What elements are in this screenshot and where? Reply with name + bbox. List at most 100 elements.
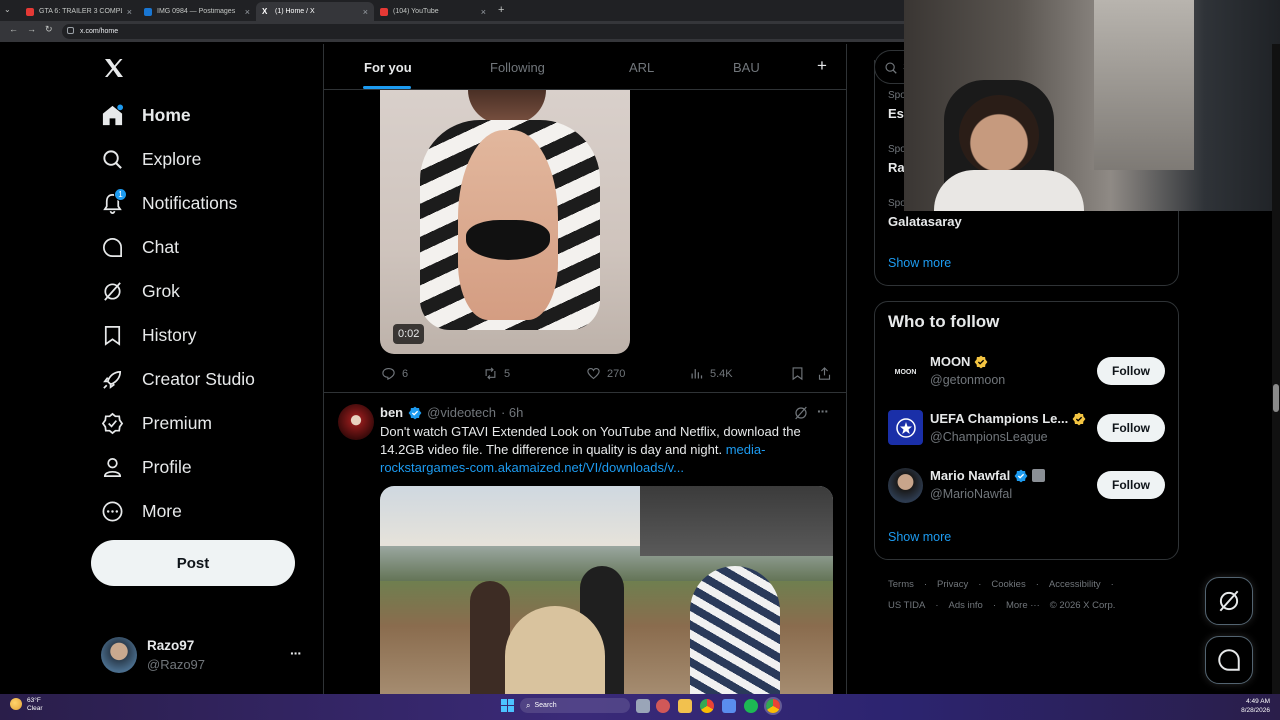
feed-left-border (323, 44, 324, 694)
moon-avatar[interactable]: MOON (888, 355, 923, 390)
chat-icon (103, 237, 122, 257)
post-video[interactable]: 0:02 (380, 90, 630, 354)
footer-link-accessibility[interactable]: Accessibility (1049, 579, 1101, 590)
follow-suggestion-name[interactable]: UEFA Champions Le... (930, 411, 1086, 426)
post-more-icon[interactable]: ··· (817, 403, 829, 419)
post-author-name[interactable]: ben (380, 405, 403, 420)
sidebar-item-grok[interactable]: Grok (101, 277, 180, 305)
sidebar-item-creator-studio[interactable]: Creator Studio (101, 365, 255, 393)
taskbar-search-box[interactable]: ⌕ Search (520, 698, 630, 713)
new-tab-button[interactable]: + (498, 4, 504, 16)
taskbar-clock[interactable]: 4:49 AM 8/28/2026 (1232, 697, 1270, 715)
sidebar-item-premium[interactable]: Premium (101, 409, 212, 437)
home-icon (102, 103, 124, 125)
app-icon[interactable] (656, 699, 670, 713)
file-explorer-icon[interactable] (678, 699, 692, 713)
browser-tab-postimages[interactable]: IMG 0984 — Postimages × (138, 2, 256, 21)
trend-name[interactable]: Galatasaray (888, 214, 962, 229)
footer-link-us-tida[interactable]: US TIDA (888, 600, 925, 611)
follow-button[interactable]: Follow (1097, 357, 1165, 385)
rocket-icon (103, 370, 122, 389)
post-image[interactable] (380, 486, 833, 694)
weather-moon-icon[interactable] (10, 698, 22, 710)
youtube-favicon-icon (26, 7, 34, 16)
sidebar-item-more[interactable]: More (101, 497, 182, 525)
follow-button[interactable]: Follow (1097, 414, 1165, 442)
post-author-avatar[interactable] (338, 404, 374, 440)
video-frame-hair (468, 90, 546, 124)
chrome-active-icon[interactable] (766, 699, 780, 713)
x-logo-icon[interactable] (102, 56, 126, 80)
close-tab-icon[interactable]: × (245, 7, 250, 17)
close-tab-icon[interactable]: × (363, 7, 368, 17)
mario-avatar[interactable] (888, 468, 923, 503)
footer-copyright: © 2026 X Corp. (1049, 600, 1116, 611)
post-button[interactable]: Post (91, 540, 295, 586)
footer-link-privacy[interactable]: Privacy (937, 579, 968, 590)
bookmark-post-icon[interactable] (790, 366, 805, 381)
windows-start-icon[interactable] (501, 699, 514, 712)
forward-icon[interactable]: → (27, 24, 36, 34)
spotify-icon[interactable] (744, 699, 758, 713)
who-to-follow-show-more[interactable]: Show more (888, 530, 951, 544)
sidebar-item-profile[interactable]: Profile (101, 453, 192, 481)
follow-suggestion-name[interactable]: MOON (930, 354, 988, 369)
browser-tab-gta-trailer[interactable]: GTA 6: TRAILER 3 COMPLETO! | ... × (20, 2, 138, 21)
weather-widget[interactable]: 63°F Clear (27, 697, 43, 713)
close-tab-icon[interactable]: × (127, 7, 132, 17)
footer-link-terms[interactable]: Terms (888, 579, 914, 590)
sidebar-item-chat[interactable]: Chat (101, 233, 179, 261)
views-chart-icon (691, 369, 703, 379)
tab-following[interactable]: Following (490, 60, 545, 75)
repost-button[interactable]: 5 (483, 366, 510, 381)
tab-bau[interactable]: BAU (733, 60, 760, 75)
post-author-handle[interactable]: @videotech (427, 405, 496, 420)
browser-tab-x-home[interactable]: X (1) Home / X × (256, 2, 374, 21)
reply-button[interactable]: 6 (381, 366, 408, 381)
reload-icon[interactable]: ↻ (45, 24, 53, 35)
add-tab-button[interactable]: + (817, 56, 827, 76)
grok-fab-button[interactable] (1205, 577, 1253, 625)
trend-name[interactable]: Ra (888, 160, 905, 175)
feed-right-border (846, 44, 847, 694)
messages-fab-button[interactable] (1205, 636, 1253, 684)
account-name: Razo97 (147, 638, 195, 653)
grok-icon (104, 281, 121, 301)
post-time[interactable]: · 6h (501, 405, 523, 420)
grok-post-icon[interactable] (793, 405, 809, 421)
trends-show-more[interactable]: Show more (888, 256, 951, 270)
sidebar-item-history[interactable]: History (101, 321, 196, 349)
footer-link-more[interactable]: More ··· (1006, 600, 1040, 611)
post-text: Don't watch GTAVI Extended Look on YouTu… (380, 424, 801, 475)
browser-tab-youtube[interactable]: (104) YouTube × (374, 2, 492, 21)
sidebar-item-explore[interactable]: Explore (101, 145, 201, 173)
follow-suggestion-handle: @getonmoon (930, 373, 1006, 387)
url-field[interactable]: x.com/home (62, 24, 962, 39)
tab-arl[interactable]: ARL (629, 60, 654, 75)
tab-for-you[interactable]: For you (364, 60, 412, 75)
mail-icon[interactable] (722, 699, 736, 713)
uefa-avatar[interactable] (888, 410, 923, 445)
account-menu-icon[interactable]: ··· (290, 645, 302, 661)
views-button[interactable]: 5.4K (689, 366, 733, 381)
account-avatar[interactable] (101, 637, 137, 673)
close-tab-icon[interactable]: × (481, 7, 486, 17)
task-view-icon[interactable] (636, 699, 650, 713)
share-icon[interactable] (817, 366, 832, 381)
heart-icon (587, 367, 600, 380)
verified-badge-icon (1014, 469, 1028, 482)
x-favicon-icon: X (262, 6, 268, 16)
sidebar-item-home[interactable]: Home (101, 101, 191, 129)
page-scrollbar[interactable] (1272, 44, 1280, 694)
back-icon[interactable]: ← (9, 24, 18, 34)
follow-button[interactable]: Follow (1097, 471, 1165, 499)
footer-link-ads-info[interactable]: Ads info (948, 600, 982, 611)
tab-list-icon[interactable]: ⌄ (4, 5, 11, 14)
scrollbar-thumb[interactable] (1273, 384, 1279, 412)
site-info-icon[interactable] (67, 27, 74, 34)
follow-suggestion-name[interactable]: Mario Nawfal (930, 468, 1046, 483)
footer-link-cookies[interactable]: Cookies (991, 579, 1025, 590)
like-button[interactable]: 270 (586, 366, 625, 381)
chrome-icon[interactable] (700, 699, 714, 713)
image-pergola (640, 486, 833, 556)
